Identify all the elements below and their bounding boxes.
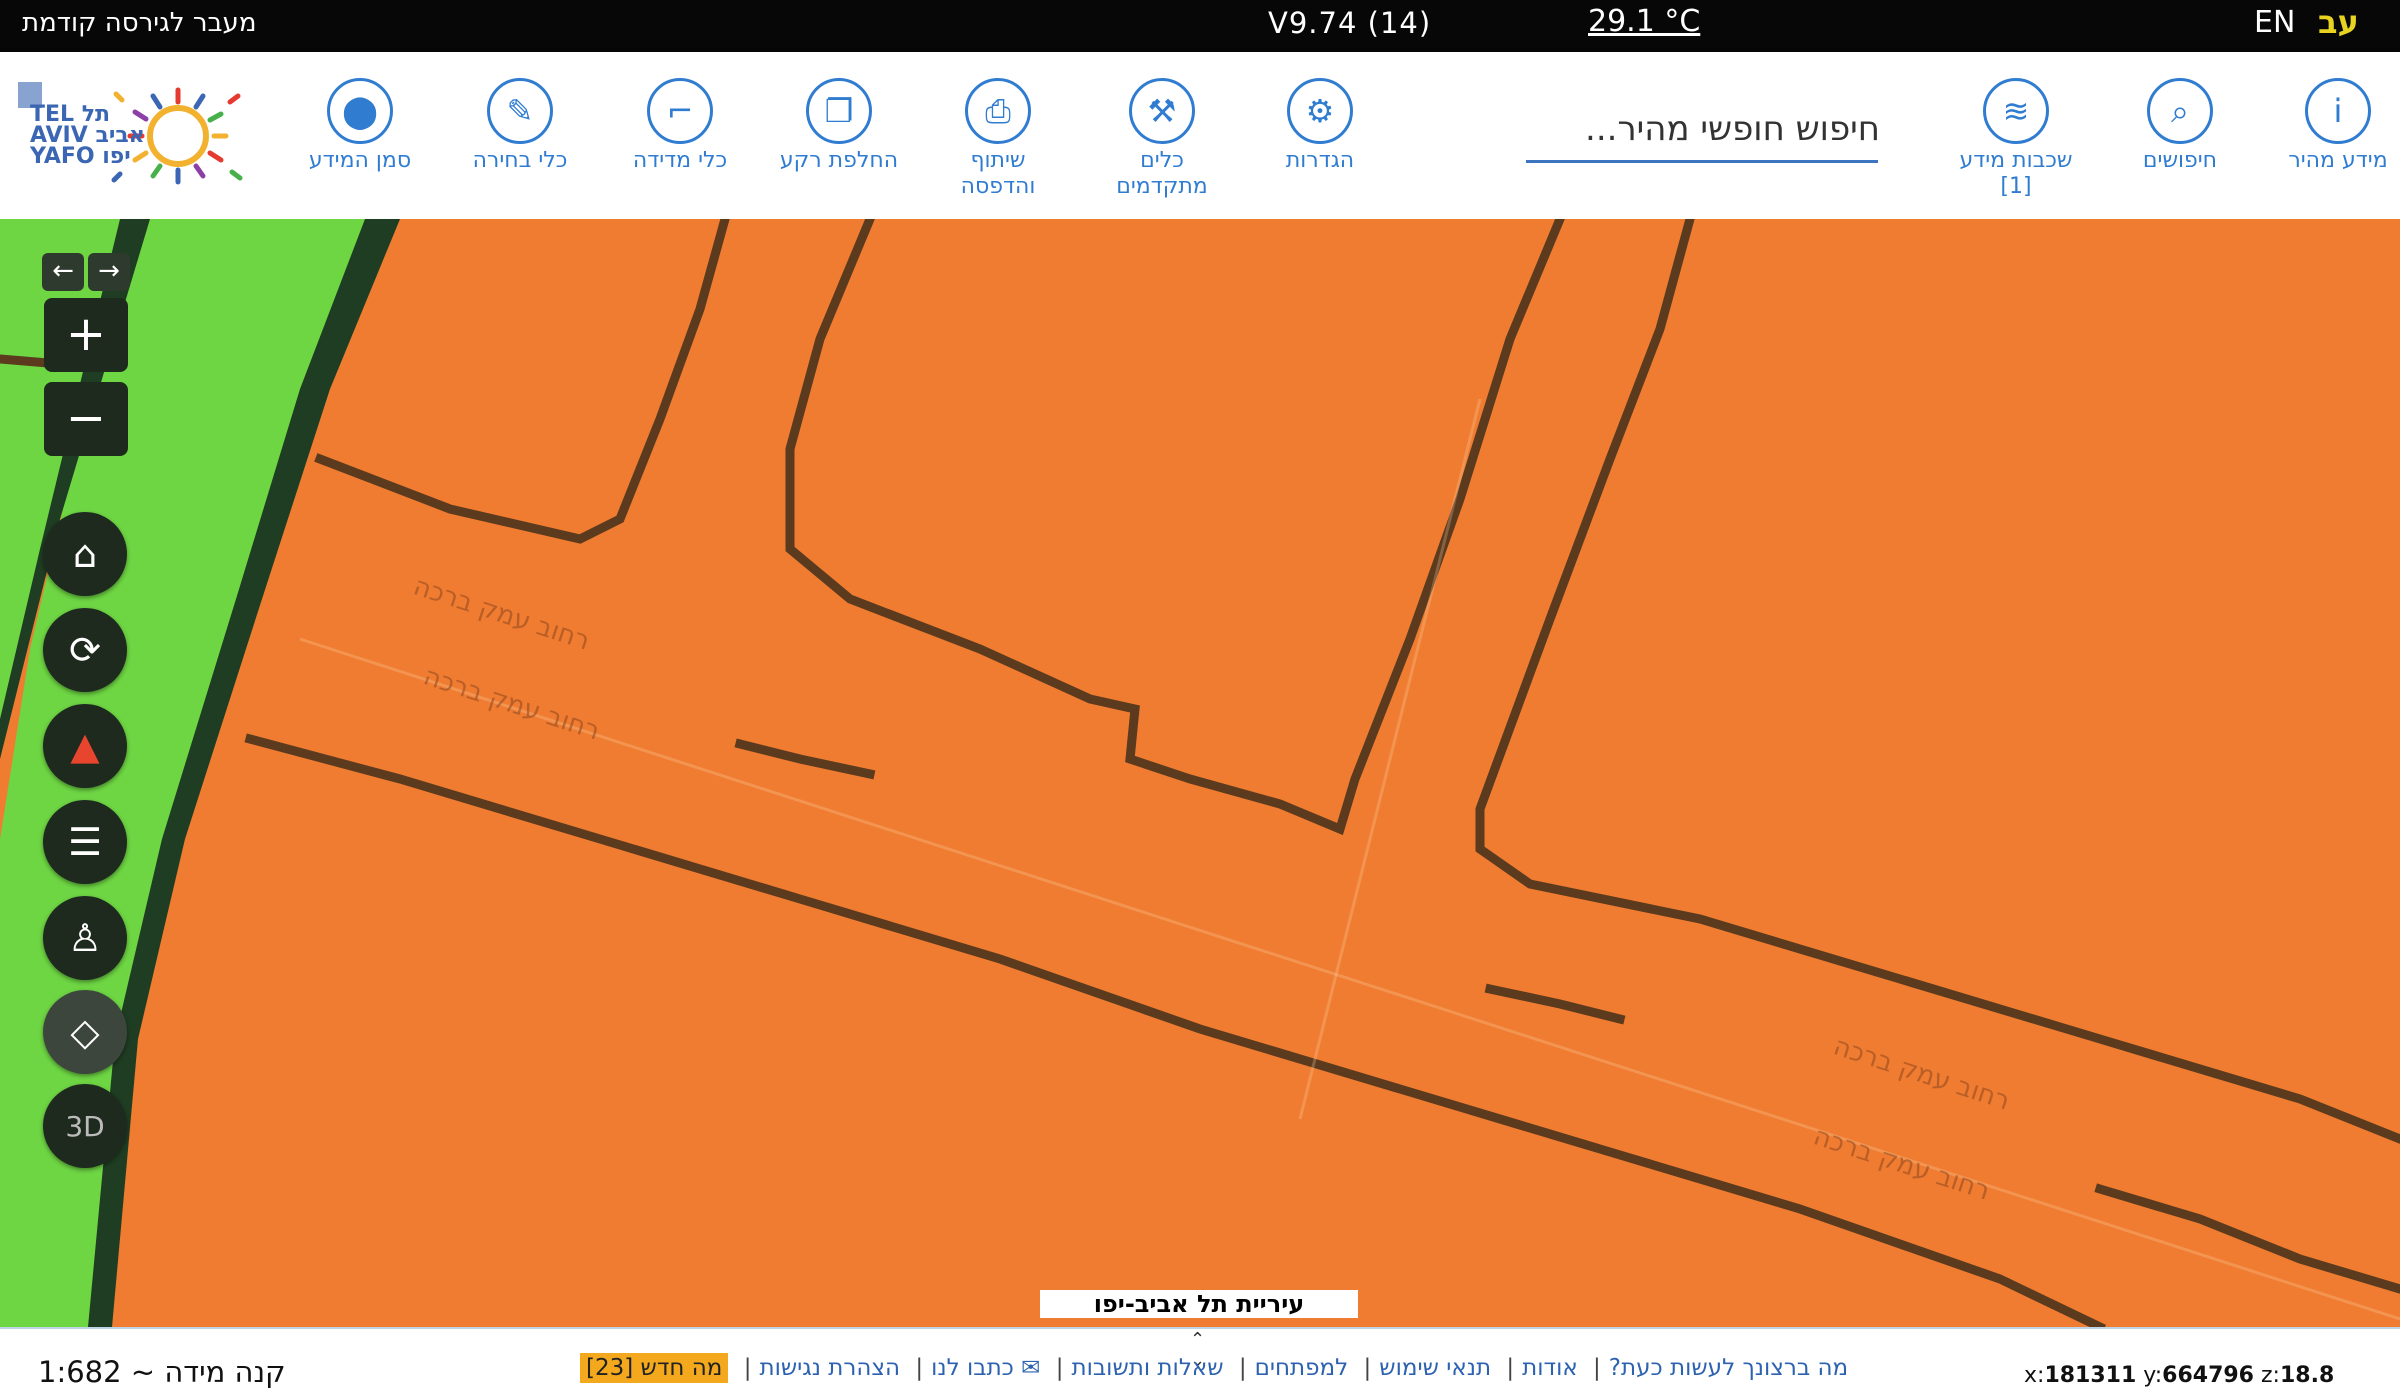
extent-history: ← → (42, 253, 130, 293)
city-attribution-label: עיריית תל אביב-יפו (1040, 1290, 1358, 1318)
legend-list-button[interactable]: ☰ (43, 800, 127, 884)
developers-link[interactable]: למפתחים (1255, 1355, 1349, 1381)
refresh-icon: ⟳ (69, 628, 101, 672)
marker-label: סמן המידע (308, 148, 412, 173)
tools-wrench-icon: ⚒ (1129, 78, 1195, 144)
printer-icon: ⎙ (965, 78, 1031, 144)
faq-link[interactable]: שאלות ותשובות (1072, 1355, 1224, 1381)
ruler-icon: ⌐ (647, 78, 713, 144)
whats-new-link[interactable]: מה חדש [23] (580, 1353, 729, 1383)
share-print-button[interactable]: ⎙ שיתוף והדפסה (938, 78, 1058, 200)
layers-count: [1] (2000, 174, 2032, 199)
map-canvas[interactable]: רחוב עמק ברכה רחוב עמק ברכה רחוב עמק ברכ… (0, 219, 2400, 1327)
status-bar: ⌃ ⌄ קנה מידה ~ 1:682 מה ברצונך לעשות כעת?… (0, 1327, 2400, 1394)
layers-label: שכבות מידע (1959, 148, 2073, 173)
measure-label: כלי מדידה (632, 148, 728, 173)
what-now-link[interactable]: מה ברצונך לעשות כעת? (1609, 1355, 1848, 1381)
settings-label: הגדרות (1285, 148, 1355, 173)
searches-button[interactable]: ⌕ חיפושים (2120, 78, 2240, 174)
quick-search (1526, 98, 1882, 163)
basemap-label: החלפת רקע (779, 148, 899, 173)
list-icon: ☰ (67, 820, 103, 864)
language-en-link[interactable]: EN (2254, 5, 2295, 40)
tel-aviv-logo[interactable]: TEL תל AVIV אביב YAFO יפו (18, 76, 250, 196)
select-label: כלי בחירה (472, 148, 568, 173)
about-link[interactable]: אודות (1522, 1355, 1578, 1381)
streetview-person-icon: ♙ (67, 916, 103, 960)
home-icon: ⌂ (72, 532, 98, 576)
terms-link[interactable]: תנאי שימוש (1379, 1355, 1491, 1381)
info-icon: i (2305, 78, 2371, 144)
settings-button[interactable]: ⚙ הגדרות (1260, 78, 1380, 174)
next-extent-button[interactable]: → (88, 253, 130, 291)
version-label: V9.74 (14) (1268, 6, 1432, 40)
language-he-link[interactable]: עב (2318, 3, 2359, 41)
map-pin-icon: ⬤ (327, 78, 393, 144)
layers-stack-icon: ≋ (1983, 78, 2049, 144)
contact-link[interactable]: כתבו לנו (931, 1355, 1014, 1381)
searches-label: חיפושים (2142, 148, 2218, 173)
map-scale: קנה מידה ~ 1:682 (38, 1355, 286, 1389)
compass-icon: ▲ (70, 724, 100, 768)
home-button[interactable]: ⌂ (43, 512, 127, 596)
search-input[interactable] (1526, 98, 1882, 160)
basemap-button[interactable]: ❐ החלפת רקע (774, 78, 904, 174)
quick-info-label: מידע מהיר (2288, 148, 2388, 173)
search-icon: ⌕ (2147, 78, 2213, 144)
mail-icon: ✉ (1021, 1355, 1041, 1381)
advanced-tools-button[interactable]: ⚒ כלים מתקדמים (1100, 78, 1224, 200)
quick-info-button[interactable]: i מידע מהיר (2278, 78, 2398, 174)
zoom-in-button[interactable]: + (44, 298, 128, 372)
3d-view-button[interactable]: 3D (43, 1084, 127, 1168)
compass-button[interactable]: ▲ (43, 704, 127, 788)
streetview-button[interactable]: ♙ (43, 896, 127, 980)
map-drawing (0, 219, 2400, 1327)
main-toolbar: TEL תל AVIV אביב YAFO יפו ⬤ סמן המידע ✎ … (0, 52, 2400, 219)
select-tool-button[interactable]: ✎ כלי בחירה (460, 78, 580, 174)
info-marker-button[interactable]: ⬤ סמן המידע (300, 78, 420, 174)
zoom-out-button[interactable]: − (44, 382, 128, 456)
previous-extent-button[interactable]: ← (42, 253, 84, 291)
measure-tool-button[interactable]: ⌐ כלי מדידה (620, 78, 740, 174)
top-bar: מעבר לגירסה קודמת V9.74 (14) 29.1 °C EN … (0, 0, 2400, 52)
coordinates-readout: x:181311 y:664796 z:18.8 (2024, 1363, 2335, 1388)
footer-links: מה ברצונך לעשות כעת?| אודות| תנאי שימוש|… (580, 1353, 1848, 1383)
gear-icon: ⚙ (1287, 78, 1353, 144)
copy-layers-icon: ❐ (806, 78, 872, 144)
accessibility-link[interactable]: הצהרת נגישות (759, 1355, 900, 1381)
eraser-button[interactable]: ◇ (43, 990, 127, 1074)
temperature-link[interactable]: 29.1 °C (1588, 4, 1700, 39)
previous-version-link[interactable]: מעבר לגירסה קודמת (22, 8, 256, 38)
pencil-select-icon: ✎ (487, 78, 553, 144)
logo-text: TEL תל AVIV אביב YAFO יפו (30, 102, 145, 169)
layers-button[interactable]: ≋ שכבות מידע [1] (1946, 78, 2086, 200)
refresh-button[interactable]: ⟳ (43, 608, 127, 692)
eraser-icon: ◇ (70, 1010, 100, 1054)
